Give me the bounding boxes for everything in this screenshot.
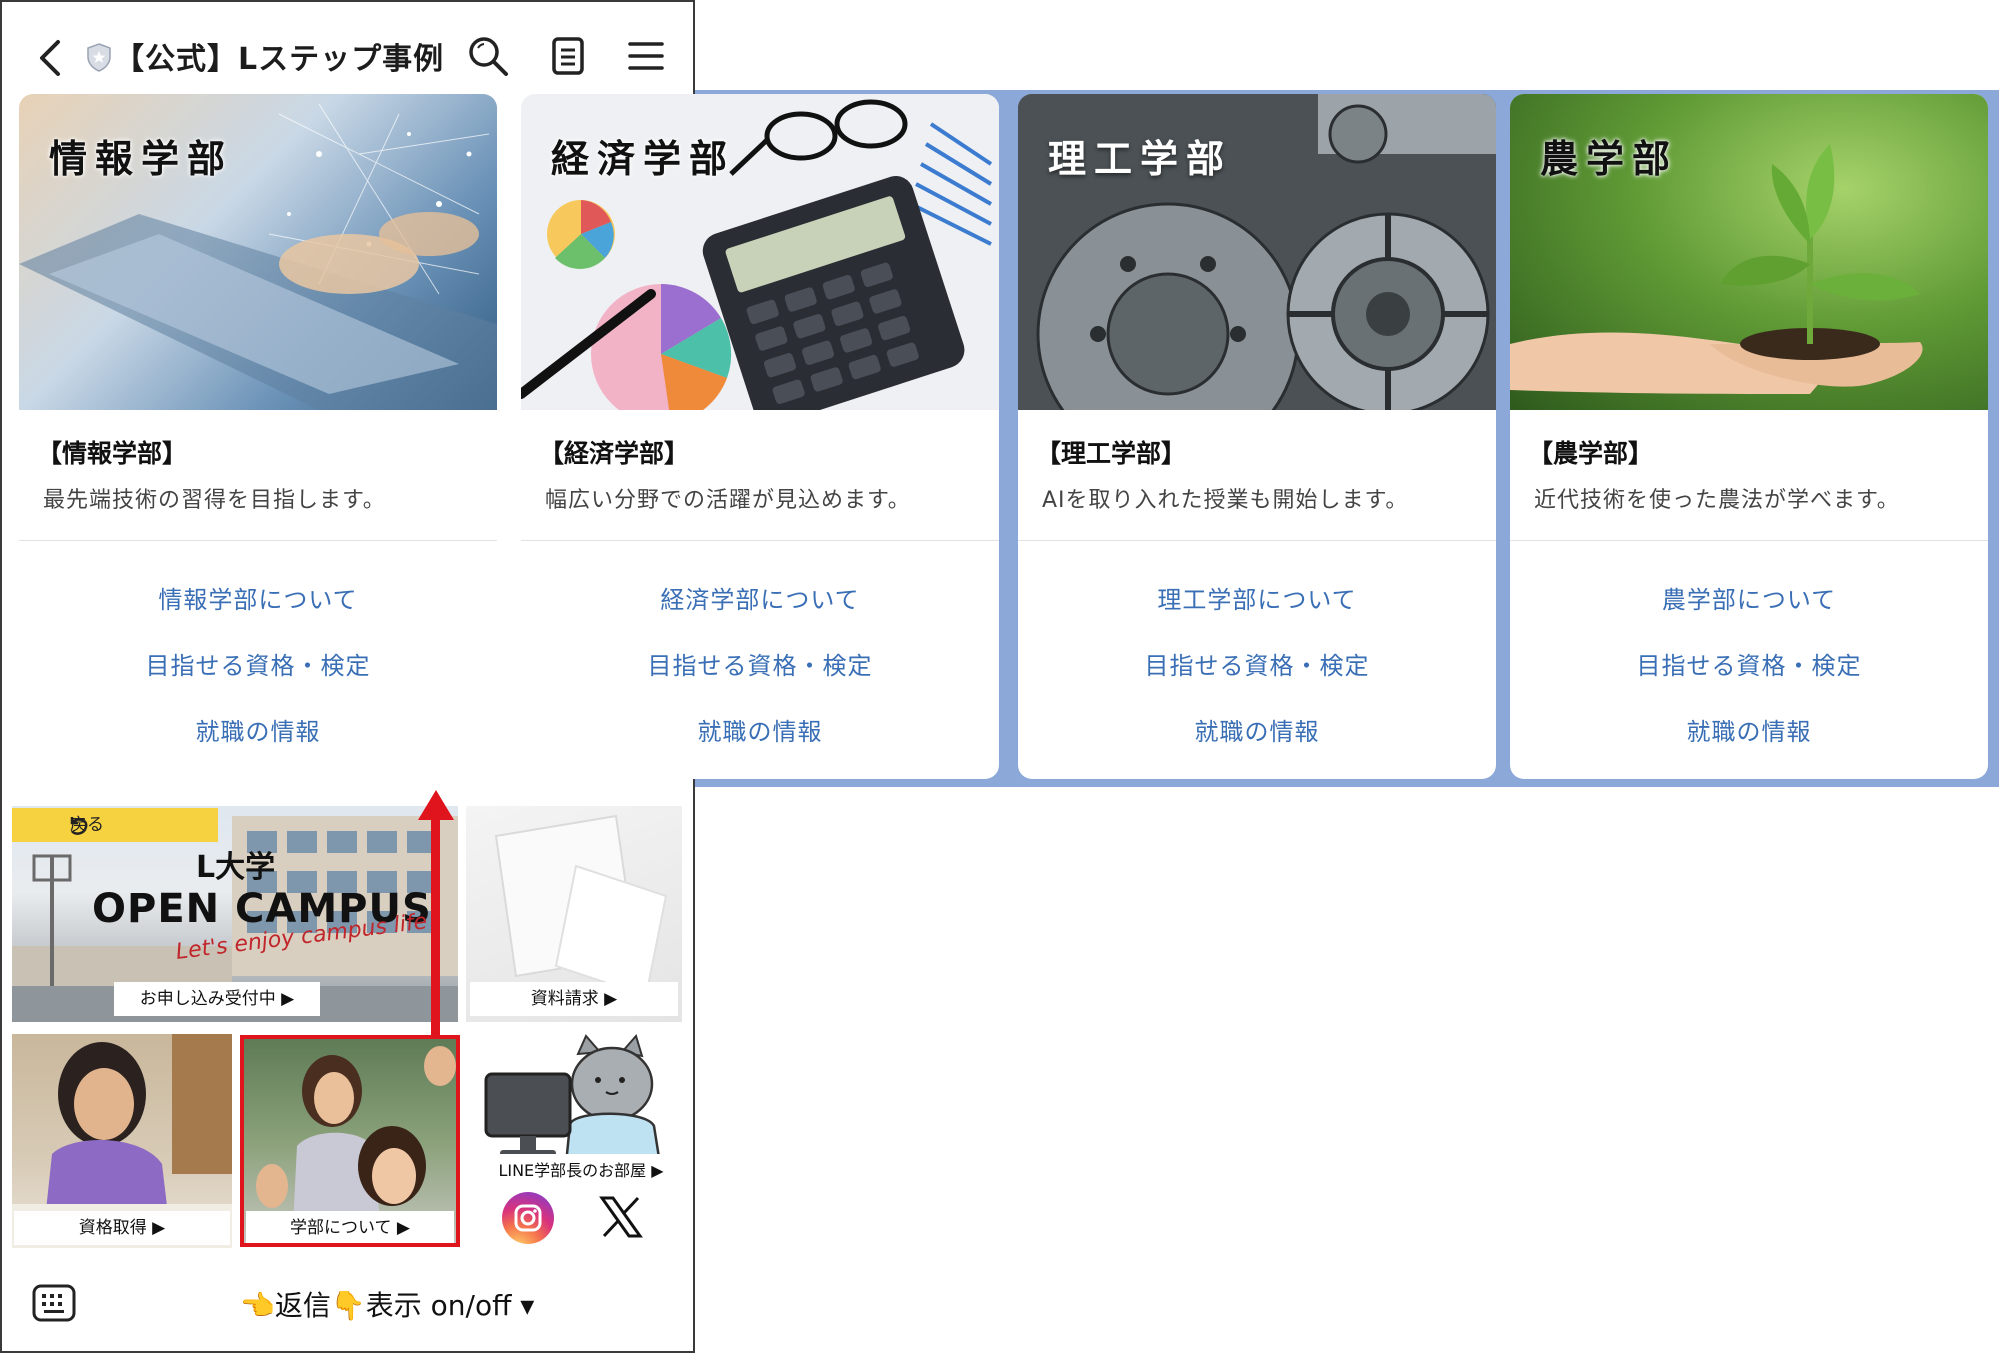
link-about-faculty[interactable]: 農学部について (1510, 580, 1988, 615)
back-tag[interactable]: 戻る (12, 808, 218, 842)
card-heading: 【経済学部】 (539, 439, 690, 468)
keyboard-icon[interactable] (32, 1284, 76, 1322)
card-divider (19, 540, 497, 541)
card-image-gears: 理工学部 (1018, 94, 1496, 410)
school-name: L大学 (196, 850, 276, 885)
red-arrow-head (418, 790, 454, 820)
x-logo-icon[interactable] (598, 1194, 644, 1240)
card-image-title: 農学部 (1540, 137, 1679, 181)
documents-label: 資料請求 ▶ (470, 982, 678, 1016)
card-image-title: 理工学部 (1048, 137, 1233, 181)
back-icon[interactable] (30, 34, 70, 82)
apply-label: お申し込み受付中 ▶ (114, 982, 320, 1016)
card-divider (1510, 540, 1988, 541)
link-about-faculty[interactable]: 理工学部について (1018, 580, 1496, 615)
link-qualifications[interactable]: 目指せる資格・検定 (19, 646, 497, 681)
card-information-faculty: 情報学部 【情報学部】 最先端技術の習得を目指します。 情報学部について 目指せ… (19, 94, 497, 779)
link-about-faculty[interactable]: 経済学部について (521, 580, 999, 615)
card-image-calculator: 経済学部 (521, 94, 999, 410)
reply-toggle[interactable]: 👈返信👇表示 on/off ▾ (240, 1284, 534, 1324)
link-qualifications[interactable]: 目指せる資格・検定 (521, 646, 999, 681)
note-icon[interactable] (546, 34, 590, 78)
cat-computer-illustration (484, 1034, 662, 1166)
search-icon[interactable] (466, 34, 510, 78)
page-title: 【公式】Lステップ事例 (114, 42, 445, 77)
highlight-frame (240, 1035, 460, 1247)
chat-header: 【公式】Lステップ事例 (2, 2, 693, 106)
card-description: 幅広い分野での活躍が見込めます。 (545, 488, 911, 513)
card-engineering-faculty: 理工学部 【理工学部】 AIを取り入れた授業も開始します。 理工学部について 目… (1018, 94, 1496, 779)
link-about-faculty[interactable]: 情報学部について (19, 580, 497, 615)
card-heading: 【情報学部】 (37, 439, 188, 468)
card-economics-faculty: 経済学部 【経済学部】 幅広い分野での活躍が見込めます。 経済学部について 目指… (521, 94, 999, 779)
card-divider (521, 540, 999, 541)
link-job-info[interactable]: 就職の情報 (1510, 712, 1988, 747)
instagram-glyph (514, 1204, 542, 1232)
card-image-title: 経済学部 (551, 137, 736, 181)
link-job-info[interactable]: 就職の情報 (19, 712, 497, 747)
red-arrow-shaft (431, 818, 440, 1036)
card-description: AIを取り入れた授業も開始します。 (1042, 488, 1409, 513)
instagram-icon[interactable] (502, 1192, 554, 1244)
card-heading: 【農学部】 (1528, 439, 1654, 468)
card-description: 近代技術を使った農法が学べます。 (1534, 488, 1900, 513)
link-qualifications[interactable]: 目指せる資格・検定 (1018, 646, 1496, 681)
qualification-label: 資格取得 ▶ (14, 1211, 230, 1245)
shield-icon (87, 43, 111, 72)
card-description: 最先端技術の習得を目指します。 (43, 488, 386, 513)
card-image-laptop: 情報学部 (19, 94, 497, 410)
link-job-info[interactable]: 就職の情報 (521, 712, 999, 747)
card-image-title: 情報学部 (49, 137, 234, 181)
link-job-info[interactable]: 就職の情報 (1018, 712, 1496, 747)
menu-icon[interactable] (624, 34, 668, 78)
card-heading: 【理工学部】 (1036, 439, 1187, 468)
dean-room-label: LINE学部長のお部屋 ▶ (476, 1154, 686, 1188)
link-qualifications[interactable]: 目指せる資格・検定 (1510, 646, 1988, 681)
card-agriculture-faculty: 農学部 【農学部】 近代技術を使った農法が学べます。 農学部について 目指せる資… (1510, 94, 1988, 779)
card-divider (1018, 540, 1496, 541)
dean-room-tile[interactable] (466, 1034, 682, 1174)
return-arrow-icon (70, 817, 88, 835)
bottom-bar: 👈返信👇表示 on/off ▾ (2, 1270, 693, 1350)
card-image-plant: 農学部 (1510, 94, 1988, 410)
